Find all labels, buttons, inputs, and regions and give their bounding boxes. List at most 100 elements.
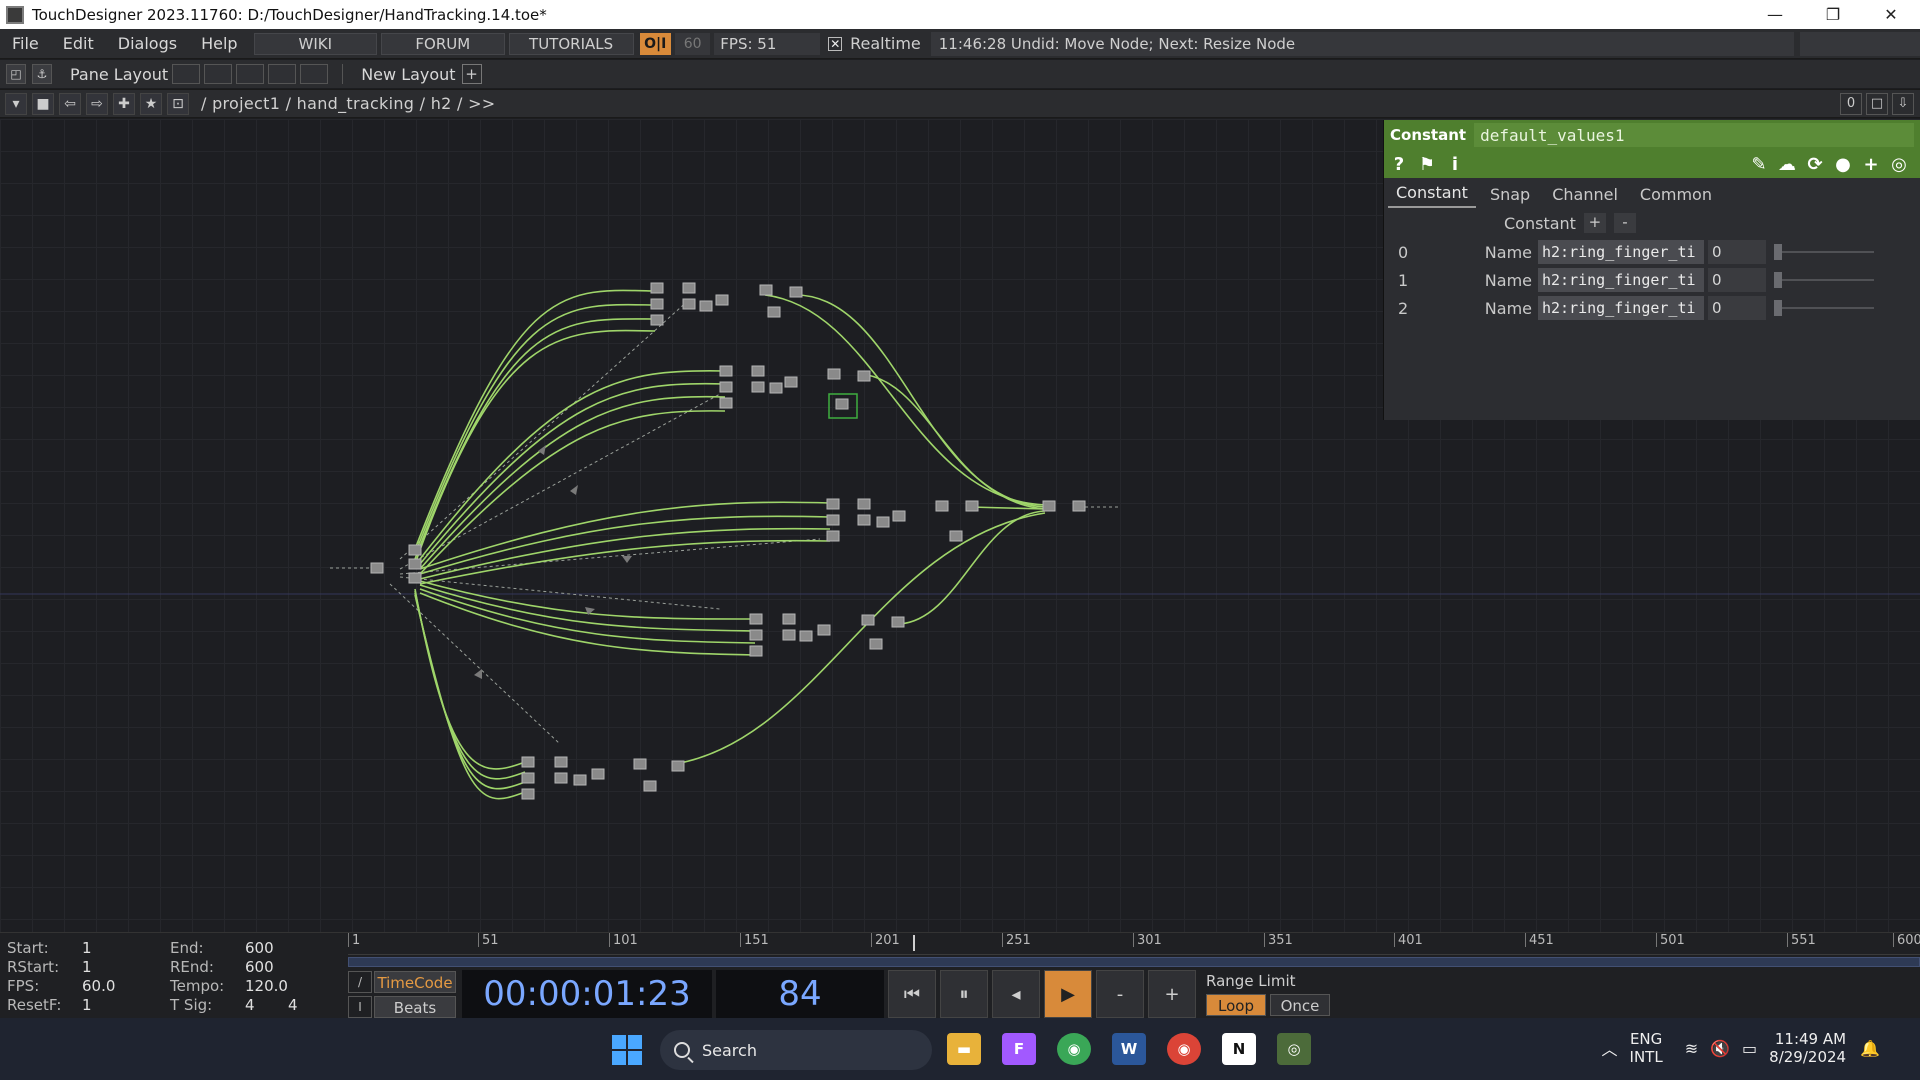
pause-button[interactable]: ⏸: [940, 970, 988, 1018]
tutorials-button[interactable]: TUTORIALS: [508, 32, 634, 55]
playhead[interactable]: [913, 935, 915, 951]
layout-split-horizontal[interactable]: [236, 64, 265, 84]
clock[interactable]: 11:49 AM 8/29/2024: [1769, 1030, 1846, 1066]
pane-type-icon[interactable]: ◰: [6, 64, 26, 84]
fps-value[interactable]: 60.0: [82, 977, 115, 995]
channel-name-field[interactable]: h2:ring_finger_ti: [1538, 240, 1704, 264]
close-button[interactable]: ✕: [1862, 5, 1920, 24]
play-button[interactable]: ▶: [1044, 970, 1092, 1018]
timeline-ruler[interactable]: 1 51 101 151 201 251 301 351 401 451 501…: [348, 933, 1920, 955]
layout-four[interactable]: [300, 64, 329, 84]
notification-bell-icon[interactable]: 🔔: [1860, 1039, 1880, 1058]
pane-menu-icon[interactable]: ▾: [5, 92, 27, 115]
menu-dialogs[interactable]: Dialogs: [106, 34, 189, 53]
once-button[interactable]: Once: [1270, 994, 1330, 1016]
range-bar[interactable]: [348, 957, 1920, 967]
channel-value-slider[interactable]: [1774, 300, 1874, 316]
remove-channel-button[interactable]: -: [1613, 213, 1636, 233]
menu-help[interactable]: Help: [189, 34, 249, 53]
pane-link-icon[interactable]: ⚓: [32, 64, 52, 84]
python-icon[interactable]: ●: [1832, 153, 1854, 175]
taskbar-search[interactable]: Search: [660, 1030, 932, 1070]
battery-icon[interactable]: ▭: [1742, 1039, 1757, 1058]
resetf-value[interactable]: 1: [82, 996, 92, 1014]
input-language[interactable]: ENG INTL: [1630, 1030, 1663, 1066]
tab-channel[interactable]: Channel: [1544, 185, 1626, 208]
home-icon[interactable]: ✚: [113, 92, 135, 115]
channel-value-slider[interactable]: [1774, 244, 1874, 260]
menu-edit[interactable]: Edit: [51, 34, 106, 53]
channel-name-label: Name: [1484, 270, 1532, 290]
back-icon[interactable]: ⇦: [59, 92, 81, 115]
menu-file[interactable]: File: [0, 34, 51, 53]
file-explorer-icon[interactable]: ▬: [947, 1033, 981, 1065]
start-value[interactable]: 1: [82, 939, 92, 957]
info-icon[interactable]: i: [1444, 153, 1466, 175]
wifi-icon[interactable]: ≋: [1685, 1039, 1698, 1058]
rewind-to-start-button[interactable]: ⏮: [888, 970, 936, 1018]
channel-value-field[interactable]: 0: [1708, 296, 1766, 320]
python-help-icon[interactable]: ⚑: [1416, 153, 1438, 175]
bookmark-star-icon[interactable]: ★: [140, 92, 162, 115]
end-value[interactable]: 600: [245, 939, 274, 957]
breadcrumb[interactable]: / project1 / hand_tracking / h2 / >>: [201, 94, 496, 113]
chrome-icon[interactable]: ◉: [1057, 1033, 1091, 1065]
notion-icon[interactable]: N: [1222, 1033, 1256, 1065]
cook-icon[interactable]: ⟳: [1804, 153, 1826, 175]
timecode-display[interactable]: 00:00:01:23: [462, 970, 712, 1018]
beats-button[interactable]: Beats: [374, 995, 456, 1018]
add-layout-button[interactable]: +: [461, 64, 482, 84]
edit-pencil-icon[interactable]: ✎: [1748, 153, 1770, 175]
timecode-button[interactable]: TimeCode: [374, 970, 456, 993]
channel-value-field[interactable]: 0: [1708, 268, 1766, 292]
add-icon[interactable]: +: [1860, 153, 1882, 175]
help-icon[interactable]: ?: [1388, 153, 1410, 175]
parent-network-icon[interactable]: ⊡: [167, 92, 189, 115]
tab-snap[interactable]: Snap: [1482, 185, 1538, 208]
step-plus-button[interactable]: +: [1148, 970, 1196, 1018]
realtime-checkbox[interactable]: ✕: [828, 36, 843, 51]
channel-value-slider[interactable]: [1774, 272, 1874, 288]
layout-single[interactable]: [172, 64, 201, 84]
add-channel-button[interactable]: +: [1583, 213, 1606, 233]
forum-button[interactable]: FORUM: [381, 32, 505, 55]
channel-name-field[interactable]: h2:ring_finger_ti: [1538, 268, 1704, 292]
fps-target[interactable]: 60: [674, 32, 711, 55]
wiki-button[interactable]: WIKI: [253, 32, 378, 55]
minimize-button[interactable]: —: [1746, 5, 1804, 24]
loop-button[interactable]: Loop: [1206, 994, 1266, 1016]
tempo-value[interactable]: 120.0: [245, 977, 288, 995]
beats-mode-toggle[interactable]: I: [348, 995, 372, 1018]
tsig-numerator[interactable]: 4: [245, 996, 255, 1014]
operator-name-field[interactable]: default_values1: [1474, 123, 1915, 147]
speaker-muted-icon[interactable]: 🔇: [1710, 1039, 1730, 1058]
channel-name-field[interactable]: h2:ring_finger_ti: [1538, 296, 1704, 320]
word-icon[interactable]: W: [1112, 1033, 1146, 1065]
touchdesigner-taskbar-icon[interactable]: ◎: [1277, 1033, 1311, 1065]
channel-value-field[interactable]: 0: [1708, 240, 1766, 264]
forward-icon[interactable]: ⇨: [86, 92, 108, 115]
perform-mode-toggle[interactable]: O|I: [639, 32, 671, 55]
stop-icon[interactable]: ■: [32, 92, 54, 115]
step-minus-button[interactable]: -: [1096, 970, 1144, 1018]
chrome-profile-icon[interactable]: ◉: [1167, 1033, 1201, 1065]
comment-icon[interactable]: ☁: [1776, 153, 1798, 175]
tab-constant[interactable]: Constant: [1388, 183, 1476, 208]
tab-common[interactable]: Common: [1632, 185, 1720, 208]
timecode-mode-toggle[interactable]: /: [348, 970, 372, 993]
layout-split-vertical[interactable]: [204, 64, 233, 84]
rstart-value[interactable]: 1: [82, 958, 92, 976]
rend-value[interactable]: 600: [245, 958, 274, 976]
pane-split-icon[interactable]: ⇩: [1892, 92, 1914, 115]
frame-display[interactable]: 84: [716, 970, 884, 1018]
layout-three[interactable]: [268, 64, 297, 84]
step-back-button[interactable]: ◂: [992, 970, 1040, 1018]
maximize-pane-icon[interactable]: □: [1866, 92, 1888, 115]
target-icon[interactable]: ◎: [1888, 153, 1910, 175]
tray-overflow-chevron-icon[interactable]: ︿: [1602, 1036, 1618, 1060]
windows-start-icon[interactable]: [612, 1035, 642, 1065]
restore-button[interactable]: ❐: [1804, 5, 1862, 24]
tsig-denominator[interactable]: 4: [288, 996, 298, 1014]
figma-icon[interactable]: F: [1002, 1033, 1036, 1065]
operator-node: [827, 368, 841, 380]
